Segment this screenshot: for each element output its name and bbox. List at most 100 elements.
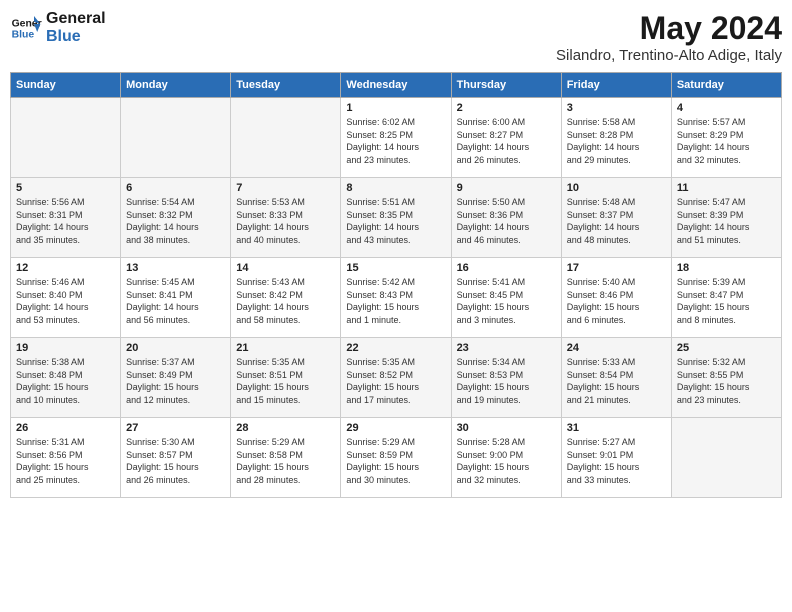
day-number: 25 <box>677 342 776 354</box>
day-number: 8 <box>346 182 445 194</box>
weekday-header-row: SundayMondayTuesdayWednesdayThursdayFrid… <box>11 73 782 98</box>
cell-week2-day4: 9Sunrise: 5:50 AM Sunset: 8:36 PM Daylig… <box>451 178 561 258</box>
cell-info: Sunrise: 5:53 AM Sunset: 8:33 PM Dayligh… <box>236 196 335 246</box>
cell-week5-day3: 29Sunrise: 5:29 AM Sunset: 8:59 PM Dayli… <box>341 418 451 498</box>
cell-week1-day1 <box>121 98 231 178</box>
cell-week5-day2: 28Sunrise: 5:29 AM Sunset: 8:58 PM Dayli… <box>231 418 341 498</box>
day-number: 19 <box>16 342 115 354</box>
cell-info: Sunrise: 5:58 AM Sunset: 8:28 PM Dayligh… <box>567 116 666 166</box>
day-number: 26 <box>16 422 115 434</box>
day-number: 23 <box>457 342 556 354</box>
cell-info: Sunrise: 5:43 AM Sunset: 8:42 PM Dayligh… <box>236 276 335 326</box>
logo-blue: Blue <box>46 28 106 46</box>
header-thursday: Thursday <box>451 73 561 98</box>
cell-week1-day0 <box>11 98 121 178</box>
cell-info: Sunrise: 5:48 AM Sunset: 8:37 PM Dayligh… <box>567 196 666 246</box>
cell-week3-day4: 16Sunrise: 5:41 AM Sunset: 8:45 PM Dayli… <box>451 258 561 338</box>
day-number: 2 <box>457 102 556 114</box>
day-number: 31 <box>567 422 666 434</box>
cell-info: Sunrise: 5:33 AM Sunset: 8:54 PM Dayligh… <box>567 356 666 406</box>
cell-week2-day5: 10Sunrise: 5:48 AM Sunset: 8:37 PM Dayli… <box>561 178 671 258</box>
cell-week3-day5: 17Sunrise: 5:40 AM Sunset: 8:46 PM Dayli… <box>561 258 671 338</box>
day-number: 9 <box>457 182 556 194</box>
cell-week5-day6 <box>671 418 781 498</box>
day-number: 5 <box>16 182 115 194</box>
calendar-table: SundayMondayTuesdayWednesdayThursdayFrid… <box>10 72 782 498</box>
cell-info: Sunrise: 5:54 AM Sunset: 8:32 PM Dayligh… <box>126 196 225 246</box>
page-header: General Blue General Blue May 2024 Silan… <box>10 10 782 64</box>
day-number: 30 <box>457 422 556 434</box>
cell-week4-day6: 25 Sunrise: 5:32 AM Sunset: 8:55 PM Dayli… <box>671 338 781 418</box>
day-number: 3 <box>567 102 666 114</box>
cell-week4-day1: 20 Sunrise: 5:37 AM Sunset: 8:49 PM Dayli… <box>121 338 231 418</box>
day-number: 22 <box>346 342 445 354</box>
cell-week2-day0: 5 Sunrise: 5:56 AM Sunset: 8:31 PM Daylig… <box>11 178 121 258</box>
cell-week1-day2 <box>231 98 341 178</box>
cell-week5-day5: 31 Sunrise: 5:27 AM Sunset: 9:01 PM Dayli… <box>561 418 671 498</box>
day-number: 28 <box>236 422 335 434</box>
cell-info: Sunrise: 5:41 AM Sunset: 8:45 PM Dayligh… <box>457 276 556 326</box>
cell-info: Sunrise: 5:51 AM Sunset: 8:35 PM Dayligh… <box>346 196 445 246</box>
header-sunday: Sunday <box>11 73 121 98</box>
cell-week2-day3: 8 Sunrise: 5:51 AM Sunset: 8:35 PM Daylig… <box>341 178 451 258</box>
cell-info: Sunrise: 5:47 AM Sunset: 8:39 PM Dayligh… <box>677 196 776 246</box>
day-number: 24 <box>567 342 666 354</box>
cell-week1-day3: 1 Sunrise: 6:02 AM Sunset: 8:25 PM Daylig… <box>341 98 451 178</box>
header-tuesday: Tuesday <box>231 73 341 98</box>
cell-week3-day6: 18 Sunrise: 5:39 AM Sunset: 8:47 PM Dayli… <box>671 258 781 338</box>
cell-week4-day5: 24 Sunrise: 5:33 AM Sunset: 8:54 PM Dayli… <box>561 338 671 418</box>
cell-info: Sunrise: 5:32 AM Sunset: 8:55 PM Dayligh… <box>677 356 776 406</box>
week-row-2: 5 Sunrise: 5:56 AM Sunset: 8:31 PM Daylig… <box>11 178 782 258</box>
cell-info: Sunrise: 5:34 AM Sunset: 8:53 PM Dayligh… <box>457 356 556 406</box>
logo-general: General <box>46 10 106 28</box>
day-number: 13 <box>126 262 225 274</box>
cell-info: Sunrise: 6:02 AM Sunset: 8:25 PM Dayligh… <box>346 116 445 166</box>
cell-week3-day3: 15 Sunrise: 5:42 AM Sunset: 8:43 PM Dayli… <box>341 258 451 338</box>
month-year-title: May 2024 <box>556 10 782 47</box>
cell-info: Sunrise: 6:00 AM Sunset: 8:27 PM Dayligh… <box>457 116 556 166</box>
cell-info: Sunrise: 5:37 AM Sunset: 8:49 PM Dayligh… <box>126 356 225 406</box>
cell-week4-day2: 21 Sunrise: 5:35 AM Sunset: 8:51 PM Dayli… <box>231 338 341 418</box>
cell-week3-day0: 12 Sunrise: 5:46 AM Sunset: 8:40 PM Dayli… <box>11 258 121 338</box>
cell-info: Sunrise: 5:28 AM Sunset: 9:00 PM Dayligh… <box>457 436 556 486</box>
header-wednesday: Wednesday <box>341 73 451 98</box>
cell-info: Sunrise: 5:35 AM Sunset: 8:52 PM Dayligh… <box>346 356 445 406</box>
cell-info: Sunrise: 5:46 AM Sunset: 8:40 PM Dayligh… <box>16 276 115 326</box>
day-number: 14 <box>236 262 335 274</box>
cell-week2-day6: 11Sunrise: 5:47 AM Sunset: 8:39 PM Dayli… <box>671 178 781 258</box>
cell-week1-day4: 2 Sunrise: 6:00 AM Sunset: 8:27 PM Daylig… <box>451 98 561 178</box>
day-number: 15 <box>346 262 445 274</box>
cell-info: Sunrise: 5:56 AM Sunset: 8:31 PM Dayligh… <box>16 196 115 246</box>
title-area: May 2024 Silandro, Trentino-Alto Adige, … <box>556 10 782 64</box>
cell-week1-day6: 4Sunrise: 5:57 AM Sunset: 8:29 PM Daylig… <box>671 98 781 178</box>
cell-week2-day1: 6Sunrise: 5:54 AM Sunset: 8:32 PM Daylig… <box>121 178 231 258</box>
cell-week4-day0: 19 Sunrise: 5:38 AM Sunset: 8:48 PM Dayli… <box>11 338 121 418</box>
cell-week5-day0: 26 Sunrise: 5:31 AM Sunset: 8:56 PM Dayli… <box>11 418 121 498</box>
cell-info: Sunrise: 5:42 AM Sunset: 8:43 PM Dayligh… <box>346 276 445 326</box>
logo: General Blue General Blue <box>10 10 106 45</box>
week-row-3: 12 Sunrise: 5:46 AM Sunset: 8:40 PM Dayli… <box>11 258 782 338</box>
cell-week1-day5: 3 Sunrise: 5:58 AM Sunset: 8:28 PM Daylig… <box>561 98 671 178</box>
cell-info: Sunrise: 5:30 AM Sunset: 8:57 PM Dayligh… <box>126 436 225 486</box>
cell-week3-day2: 14 Sunrise: 5:43 AM Sunset: 8:42 PM Dayli… <box>231 258 341 338</box>
day-number: 18 <box>677 262 776 274</box>
cell-week3-day1: 13 Sunrise: 5:45 AM Sunset: 8:41 PM Dayli… <box>121 258 231 338</box>
day-number: 21 <box>236 342 335 354</box>
cell-week2-day2: 7Sunrise: 5:53 AM Sunset: 8:33 PM Daylig… <box>231 178 341 258</box>
week-row-1: 1 Sunrise: 6:02 AM Sunset: 8:25 PM Daylig… <box>11 98 782 178</box>
header-friday: Friday <box>561 73 671 98</box>
cell-info: Sunrise: 5:35 AM Sunset: 8:51 PM Dayligh… <box>236 356 335 406</box>
cell-week5-day1: 27Sunrise: 5:30 AM Sunset: 8:57 PM Dayli… <box>121 418 231 498</box>
cell-info: Sunrise: 5:45 AM Sunset: 8:41 PM Dayligh… <box>126 276 225 326</box>
cell-info: Sunrise: 5:38 AM Sunset: 8:48 PM Dayligh… <box>16 356 115 406</box>
day-number: 12 <box>16 262 115 274</box>
day-number: 29 <box>346 422 445 434</box>
day-number: 20 <box>126 342 225 354</box>
day-number: 1 <box>346 102 445 114</box>
day-number: 4 <box>677 102 776 114</box>
cell-info: Sunrise: 5:27 AM Sunset: 9:01 PM Dayligh… <box>567 436 666 486</box>
cell-info: Sunrise: 5:40 AM Sunset: 8:46 PM Dayligh… <box>567 276 666 326</box>
cell-info: Sunrise: 5:31 AM Sunset: 8:56 PM Dayligh… <box>16 436 115 486</box>
svg-text:Blue: Blue <box>12 29 35 40</box>
cell-info: Sunrise: 5:39 AM Sunset: 8:47 PM Dayligh… <box>677 276 776 326</box>
